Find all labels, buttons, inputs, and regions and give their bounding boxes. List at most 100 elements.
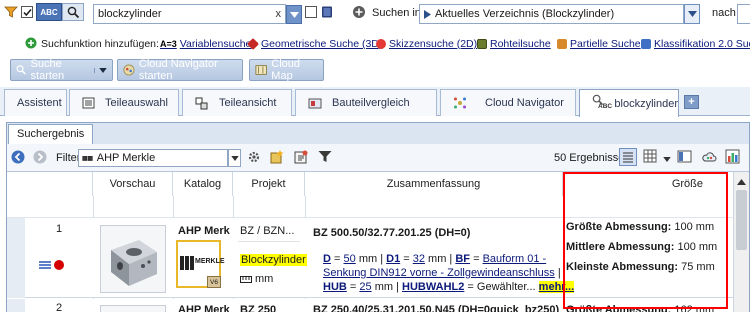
param-hub-value[interactable]: 25 <box>359 281 371 293</box>
search-history-dropdown[interactable] <box>286 5 302 24</box>
sketch-icon <box>376 39 386 49</box>
variable-search-label: Variablensuche <box>179 38 252 50</box>
search-checkbox[interactable] <box>21 6 33 18</box>
settings-gear-icon[interactable] <box>247 150 261 164</box>
catalog-logo[interactable]: MERKLE V6 <box>176 240 225 288</box>
column-header-preview[interactable]: Vorschau <box>93 172 173 196</box>
param-hub-link[interactable]: HUB <box>323 281 347 293</box>
filter-dropdown[interactable] <box>228 149 241 167</box>
tab-component-compare[interactable]: Bauteilvergleich <box>295 89 437 116</box>
start-cloud-navigator-button[interactable]: Cloud Navigator starten <box>117 58 243 82</box>
param-d-value[interactable]: 50 <box>344 253 356 265</box>
start-search-button[interactable]: Suche starten <box>10 58 113 82</box>
param-bf-value-cont[interactable]: Senkung DIN912 vorne - Zollgewindeanschl… <box>323 267 555 279</box>
column-header-size[interactable]: Größe <box>563 172 733 196</box>
tab-search-result[interactable]: Suchergebnis <box>8 124 94 144</box>
sketch-search-label: Skizzensuche (2D) <box>389 38 478 50</box>
tab-part-selection[interactable]: Teileauswahl <box>69 89 179 116</box>
part-preview-image[interactable] <box>100 305 166 312</box>
vertical-scrollbar[interactable] <box>733 172 749 312</box>
search-magnifier-button[interactable] <box>62 3 84 21</box>
start-search-dropdown[interactable] <box>94 67 107 73</box>
project-path: BZ 250 <box>240 304 277 312</box>
chevron-down-icon <box>663 157 671 162</box>
param-hubwahl-link[interactable]: HUBWAHL2 <box>402 281 464 293</box>
abc-icon-label: ABC <box>598 102 613 110</box>
param-d1-link[interactable]: D1 <box>386 253 400 265</box>
size-label-largest: Größte Abmessung: <box>566 221 672 233</box>
funnel-filter-icon[interactable] <box>317 149 333 165</box>
raw-part-search-link[interactable]: Rohteilsuche <box>477 38 551 50</box>
list-view-button[interactable] <box>619 148 637 166</box>
row-gutter <box>7 218 25 298</box>
search-in-label: Suchen in <box>372 7 421 19</box>
directory-select[interactable]: Aktuelles Verzeichnis (Blockzylinder) <box>419 4 684 24</box>
chevron-down-icon <box>230 155 239 161</box>
partial-search-link[interactable]: Partielle Suche <box>557 38 641 50</box>
forward-button[interactable] <box>33 150 47 164</box>
scroll-up-arrow-icon[interactable] <box>737 176 746 188</box>
size-label-largest: Größte Abmessung: <box>566 304 672 312</box>
parts-icon <box>195 97 208 109</box>
clear-search-button[interactable]: x <box>276 8 282 20</box>
fulltext-mode-button[interactable]: ABC <box>36 3 62 21</box>
book-icon[interactable] <box>320 5 334 19</box>
param-d-link[interactable]: D <box>323 253 331 265</box>
option-checkbox[interactable] <box>305 6 317 18</box>
arrow-right-icon <box>33 150 47 164</box>
tab-assistant[interactable]: Assistent <box>4 89 67 116</box>
geometric-search-link[interactable]: Geometrische Suche (3D) <box>246 37 382 51</box>
add-circle-icon[interactable] <box>352 5 366 19</box>
sketch-search-link[interactable]: Skizzensuche (2D) <box>376 38 477 50</box>
filter-funnel-icon[interactable] <box>4 5 18 19</box>
column-header-summary[interactable]: Zusammenfassung <box>305 172 563 196</box>
columns-icon[interactable] <box>677 149 693 165</box>
cloud-icon[interactable] <box>701 149 717 165</box>
column-header-catalog[interactable]: Katalog <box>173 172 233 196</box>
back-button[interactable] <box>11 150 25 164</box>
part-preview-image[interactable] <box>100 225 166 293</box>
list-icon <box>82 97 95 109</box>
filter-select[interactable]: ▦▦ AHP Merkle <box>78 149 228 167</box>
cloud-map-label: Cloud Map <box>271 58 301 82</box>
export-icon[interactable] <box>293 149 309 165</box>
tab-cloud-navigator[interactable]: Cloud Navigator <box>440 89 576 116</box>
size-value-smallest: 75 mm <box>681 261 715 273</box>
search-functions-label: Suchfunktion hinzufügen: <box>41 38 159 50</box>
variable-search-link[interactable]: A=3 Variablensuche <box>160 38 251 50</box>
favorites-icon[interactable] <box>269 149 285 165</box>
scroll-thumb[interactable] <box>736 190 747 250</box>
details-lines-icon[interactable] <box>39 260 51 270</box>
more-link[interactable]: mehr... <box>538 281 575 293</box>
add-tab-button[interactable]: + <box>684 95 699 109</box>
tab-part-view[interactable]: Teileansicht <box>182 89 292 116</box>
ruler-icon <box>240 275 252 283</box>
chart-icon[interactable] <box>725 149 741 165</box>
tab-blockzylinder-search[interactable]: ABC blockzylinder <box>579 89 679 117</box>
size-cell: Größte Abmessung: 100 mm Mittlere Abmess… <box>566 221 728 281</box>
fulltext-search-icon: ABC <box>592 94 612 112</box>
unit-indicator: mm <box>240 273 273 285</box>
table-row[interactable]: 2 AHP Merk BZ 250 BZ 250.40/25.31.201.50… <box>7 299 733 312</box>
size-row-smallest: Kleinste Abmessung: 75 mm <box>566 261 728 281</box>
view-dropdown[interactable] <box>663 153 671 165</box>
cloud-map-button[interactable]: Cloud Map <box>249 58 324 82</box>
start-cloud-navigator-label: Cloud Navigator starten <box>138 58 218 82</box>
merkle-logo-small: ▦▦ <box>82 155 93 162</box>
param-bf-link[interactable]: BF <box>455 253 470 265</box>
classification-search-link[interactable]: Klassifikation 2.0 Suche <box>641 38 750 50</box>
nach-select[interactable] <box>737 4 750 24</box>
version-badge: V6 <box>207 276 221 288</box>
play-arrow-icon <box>424 9 431 19</box>
chevron-down-icon <box>687 11 697 17</box>
directory-dropdown[interactable] <box>684 4 700 24</box>
column-filter-row[interactable] <box>7 196 733 218</box>
result-count: 50 Ergebnisse <box>554 152 625 164</box>
grid-view-button[interactable] <box>643 149 659 165</box>
param-d1-value[interactable]: 32 <box>413 253 425 265</box>
results-table: Vorschau Katalog Projekt Zusammenfassung… <box>7 172 733 312</box>
param-bf-value[interactable]: Bauform 01 - <box>483 253 547 265</box>
main-tabstrip: Assistent Teileauswahl Teileansicht Baut… <box>0 87 750 117</box>
search-input[interactable]: blockzylinder x <box>93 4 286 24</box>
column-header-project[interactable]: Projekt <box>233 172 305 196</box>
